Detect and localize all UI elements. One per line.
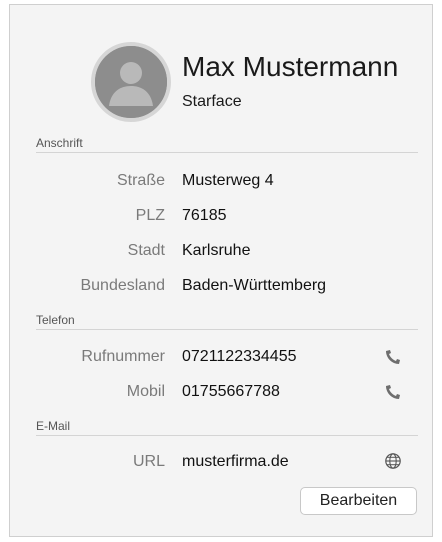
state-value[interactable]: Baden-Württemberg (182, 277, 326, 295)
phone-number-value[interactable]: 0721122334455 (182, 348, 297, 366)
phone-handset-icon[interactable] (384, 348, 402, 366)
contact-name: Max Mustermann (182, 51, 399, 82)
phone-number-label: Rufnummer (81, 348, 165, 365)
contact-company: Starface (182, 93, 242, 110)
edit-button[interactable]: Bearbeiten (300, 487, 417, 515)
section-header-email: E-Mail (36, 417, 418, 436)
street-value[interactable]: Musterweg 4 (182, 172, 274, 190)
phone-handset-icon[interactable] (384, 383, 402, 401)
city-value[interactable]: Karlsruhe (182, 242, 250, 260)
avatar (91, 42, 171, 122)
mobile-value[interactable]: 01755667788 (182, 383, 280, 401)
zip-value[interactable]: 76185 (182, 207, 227, 225)
zip-label: PLZ (135, 207, 165, 224)
contact-card: Max Mustermann Starface Anschrift Straße… (9, 4, 433, 537)
city-label: Stadt (127, 242, 165, 259)
url-label: URL (132, 453, 165, 470)
street-label: Straße (116, 172, 165, 189)
url-value[interactable]: musterfirma.de (182, 453, 289, 471)
section-header-address: Anschrift (36, 134, 418, 153)
globe-icon[interactable] (384, 452, 402, 470)
state-label: Bundesland (80, 277, 165, 294)
mobile-label: Mobil (126, 383, 165, 400)
section-header-phone: Telefon (36, 311, 418, 330)
person-silhouette-icon (95, 46, 167, 118)
